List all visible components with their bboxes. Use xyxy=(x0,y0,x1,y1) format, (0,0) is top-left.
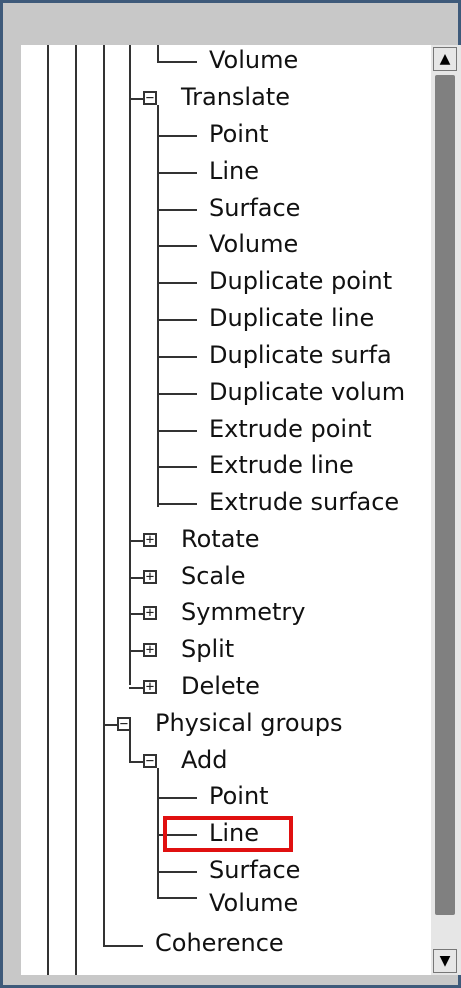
tree-guide-line xyxy=(157,105,159,507)
tree-view: Volume − Translate Point Line Surface Vo… xyxy=(21,45,431,975)
tree-guide-line xyxy=(157,768,159,898)
tree-branch xyxy=(157,135,197,137)
tree-guide-line xyxy=(47,45,49,975)
tree-branch xyxy=(129,761,143,763)
tree-panel: Volume − Translate Point Line Surface Vo… xyxy=(21,45,461,975)
tree-branch xyxy=(157,466,197,468)
tree-guide-line xyxy=(157,45,159,61)
tree-branch xyxy=(157,172,197,174)
tree-item-volume[interactable]: Volume xyxy=(209,888,298,918)
tree-item-rotate[interactable]: Rotate xyxy=(181,524,260,554)
tree-branch xyxy=(157,282,197,284)
tree-branch xyxy=(103,724,117,726)
tree-item-point[interactable]: Point xyxy=(209,119,269,149)
tree-item-symmetry[interactable]: Symmetry xyxy=(181,597,305,627)
scroll-up-arrow-icon[interactable]: ▲ xyxy=(433,47,457,71)
expand-icon[interactable]: + xyxy=(143,680,157,694)
tree-branch xyxy=(157,871,197,873)
window-frame: Volume − Translate Point Line Surface Vo… xyxy=(0,0,461,988)
tree-branch xyxy=(157,319,197,321)
tree-branch xyxy=(157,393,197,395)
tree-item-duplicate-surface[interactable]: Duplicate surfa xyxy=(209,340,392,370)
tree-item-delete[interactable]: Delete xyxy=(181,671,260,701)
tree-branch xyxy=(157,503,197,505)
tree-guide-line xyxy=(129,731,131,761)
tree-branch xyxy=(129,577,143,579)
tree-item-surface[interactable]: Surface xyxy=(209,193,300,223)
tree-item-volume[interactable]: Volume xyxy=(209,45,298,75)
tree-branch xyxy=(103,945,143,947)
tree-guide-line xyxy=(75,45,77,975)
tree-item-duplicate-volume[interactable]: Duplicate volum xyxy=(209,377,405,407)
tree-branch xyxy=(157,356,197,358)
tree-item-duplicate-line[interactable]: Duplicate line xyxy=(209,303,374,333)
scroll-thumb[interactable] xyxy=(435,75,455,915)
tree-branch xyxy=(157,430,197,432)
tree-item-extrude-point[interactable]: Extrude point xyxy=(209,414,372,444)
vertical-scrollbar[interactable]: ▲ ▼ xyxy=(431,45,461,975)
tree-branch xyxy=(157,897,197,899)
expand-icon[interactable]: + xyxy=(143,570,157,584)
expand-icon[interactable]: + xyxy=(143,533,157,547)
tree-branch xyxy=(157,209,197,211)
tree-item-scale[interactable]: Scale xyxy=(181,561,246,591)
collapse-icon[interactable]: − xyxy=(117,717,131,731)
tree-item-point[interactable]: Point xyxy=(209,781,269,811)
tree-branch xyxy=(129,540,143,542)
tree-item-translate[interactable]: Translate xyxy=(181,82,290,112)
expand-icon[interactable]: + xyxy=(143,606,157,620)
tree-item-coherence[interactable]: Coherence xyxy=(155,928,284,958)
tree-item-duplicate-point[interactable]: Duplicate point xyxy=(209,266,392,296)
tree-item-surface[interactable]: Surface xyxy=(209,855,300,885)
tree-branch xyxy=(157,245,197,247)
tree-branch xyxy=(129,687,143,689)
tree-item-extrude-surface[interactable]: Extrude surface xyxy=(209,487,399,517)
tree-item-add[interactable]: Add xyxy=(181,745,227,775)
tree-branch xyxy=(129,98,143,100)
highlight-box xyxy=(163,816,293,852)
tree-item-volume[interactable]: Volume xyxy=(209,229,298,259)
tree-branch xyxy=(157,797,197,799)
tree-item-line[interactable]: Line xyxy=(209,156,259,186)
tree-branch xyxy=(129,650,143,652)
collapse-icon[interactable]: − xyxy=(143,91,157,105)
tree-item-split[interactable]: Split xyxy=(181,634,234,664)
collapse-icon[interactable]: − xyxy=(143,754,157,768)
tree-branch xyxy=(129,613,143,615)
tree-item-extrude-line[interactable]: Extrude line xyxy=(209,450,354,480)
scroll-down-arrow-icon[interactable]: ▼ xyxy=(433,949,457,973)
expand-icon[interactable]: + xyxy=(143,643,157,657)
tree-guide-line xyxy=(129,45,131,685)
tree-guide-line xyxy=(103,45,105,945)
tree-branch xyxy=(157,61,197,63)
tree-item-physical-groups[interactable]: Physical groups xyxy=(155,708,342,738)
